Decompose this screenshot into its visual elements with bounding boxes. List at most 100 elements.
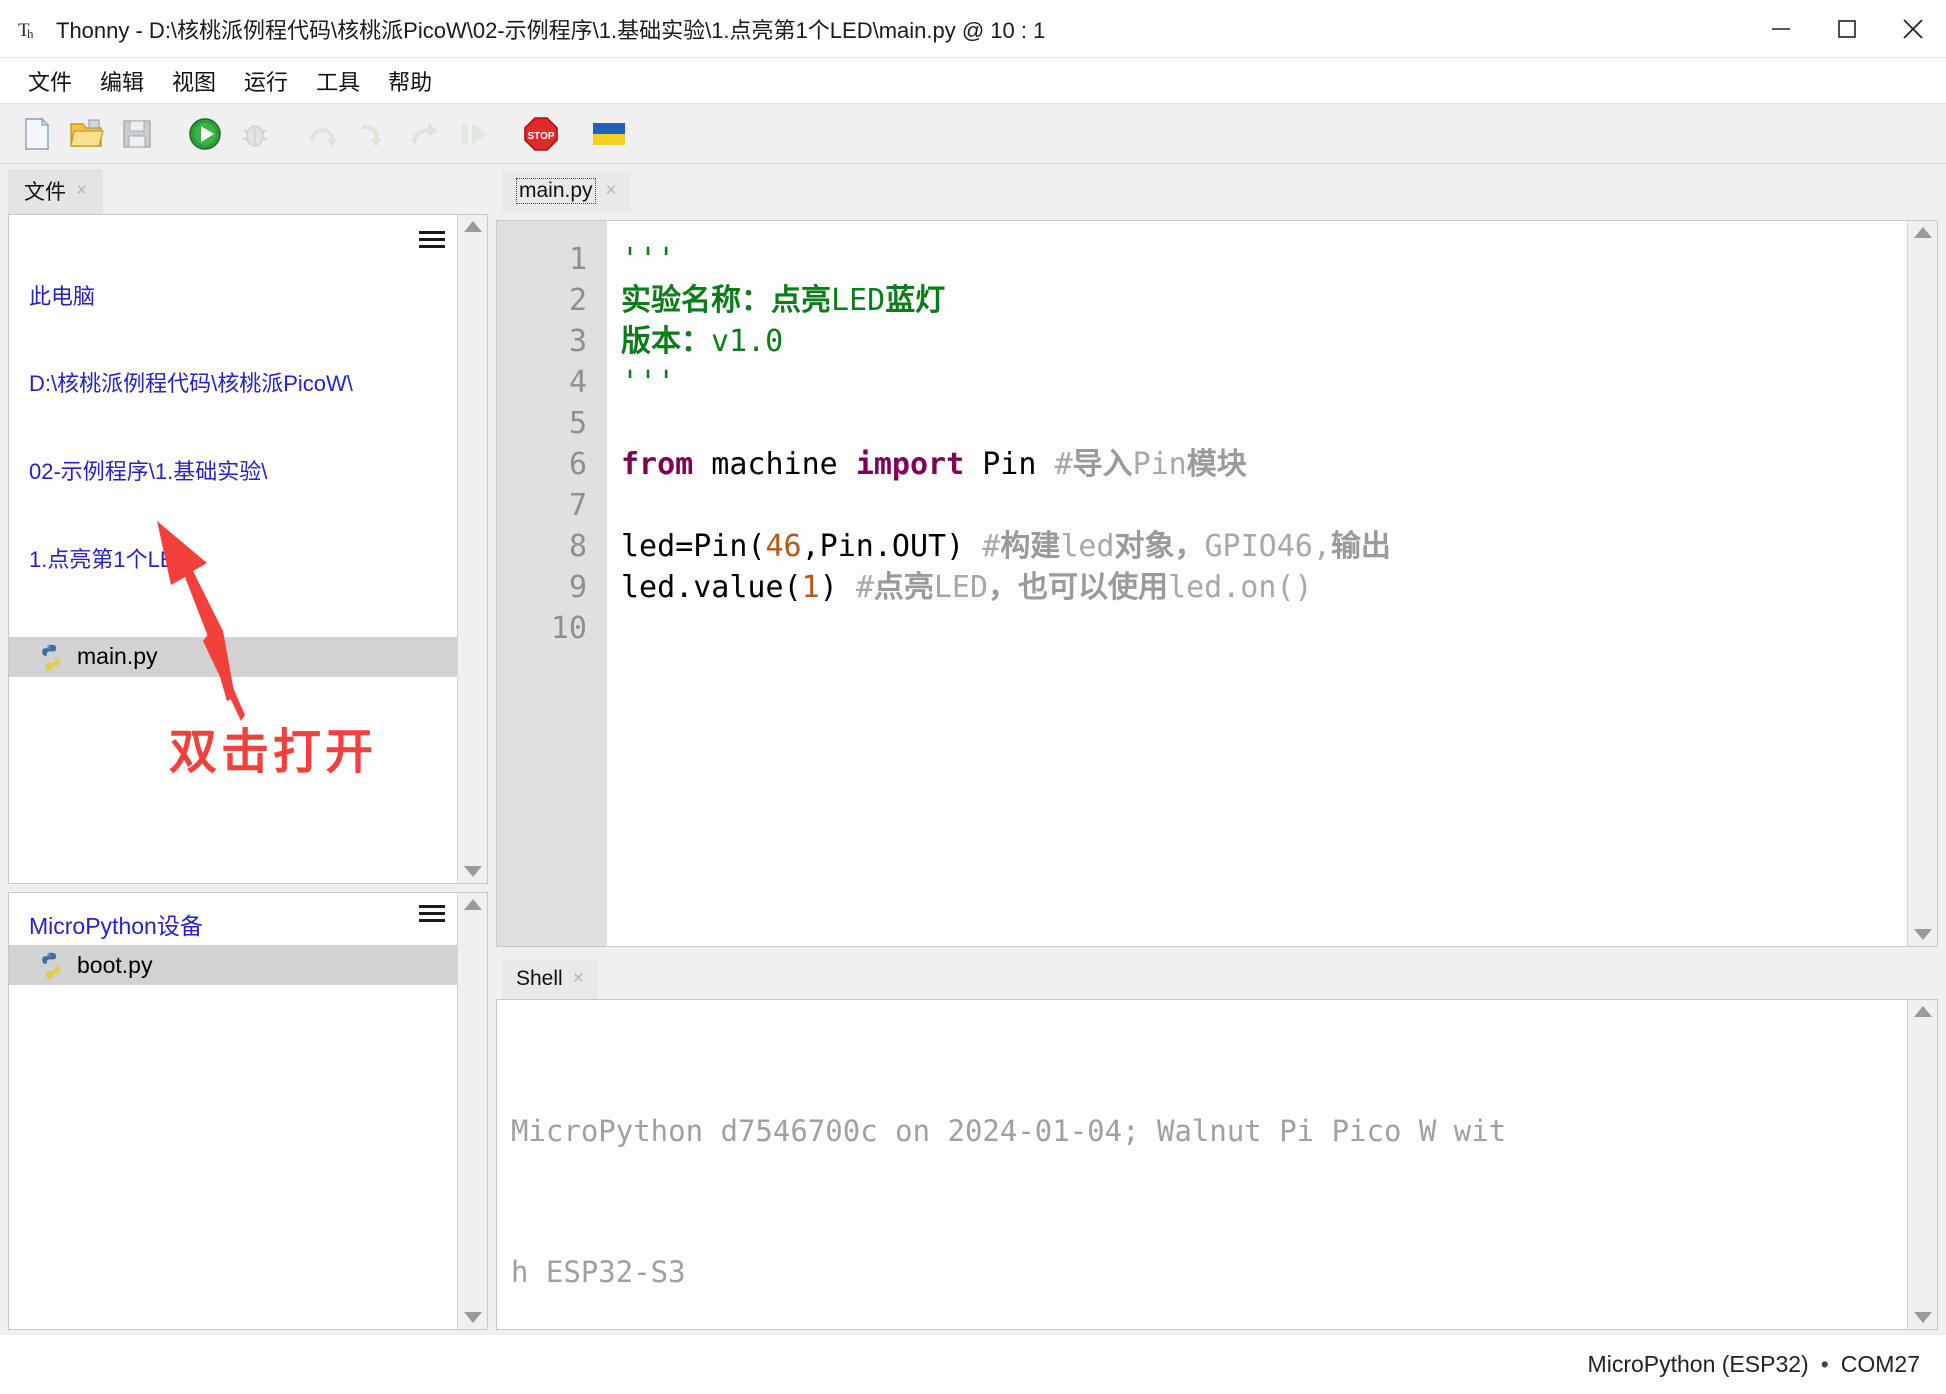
minimize-button[interactable] [1748,0,1814,58]
line-number: 8 [568,528,587,564]
scroll-up-icon[interactable] [463,899,482,911]
menu-item-view[interactable]: 视图 [158,62,230,100]
code-token-l9-en2: led.on() [1168,569,1313,605]
resume-icon [450,111,496,157]
scroll-up-icon[interactable] [1913,226,1932,238]
shell-scrollbar[interactable] [1907,1000,1937,1329]
editor-scrollbar[interactable] [1907,220,1937,946]
tab-main-py-close-icon[interactable]: × [606,180,617,202]
scroll-down-icon[interactable] [463,866,482,878]
code-token-l9-num: 1 [801,569,820,605]
python-file-icon [42,952,60,980]
save-file-icon[interactable] [114,111,160,157]
files-panel-scrollbar[interactable] [457,215,487,884]
python-file-icon [42,644,60,671]
code-editor[interactable]: 1 2 3 4 5 6 7 8 9 10 ''' 实验名称：点亮LED蓝灯 版本… [496,219,1938,947]
title-bar: T h Thonny - D:\核桃派例程代码\核桃派PicoW\02-示例程序… [0,0,1946,58]
annotation-double-click-label: 双击打开 [169,726,378,779]
files-panel-tabstrip: 文件 × [8,169,488,214]
scroll-down-icon[interactable] [1913,929,1932,940]
code-line-3: 版本：v1.0 [621,321,1907,362]
line-number: 6 [568,446,587,482]
code-line-1: ''' [621,239,1907,280]
scroll-down-icon[interactable] [463,1312,482,1323]
close-button[interactable] [1880,0,1946,58]
maximize-button[interactable] [1814,0,1880,58]
code-token-l9-a: led.value( [621,569,802,605]
scroll-up-icon[interactable] [1913,1006,1932,1017]
new-file-icon[interactable] [14,111,60,157]
code-token-module: machine [693,446,856,482]
files-panel: 文件 × 此电脑 D:\核桃派例程代码\核桃派PicoW\ 02-示例程序\1.… [8,169,488,885]
menu-bar: 文件 编辑 视图 运行 工具 帮助 [0,58,1946,104]
status-port[interactable]: COM27 [1841,1351,1920,1378]
tab-files-close-icon[interactable]: × [76,180,87,202]
line-number: 3 [568,323,587,359]
file-item-boot-py[interactable]: boot.py [9,945,457,986]
open-file-icon[interactable] [64,111,110,157]
device-header-row: MicroPython设备 [9,893,457,945]
code-token-l9-b: ) [819,569,856,605]
code-token-import: import [855,446,965,482]
code-token-l9-cn2: ，也可以使用 [988,569,1169,605]
line-number: 5 [568,405,587,441]
device-tree[interactable]: MicroPython设备 boot.py [9,893,457,1329]
menu-item-help[interactable]: 帮助 [374,62,446,100]
menu-item-tools[interactable]: 工具 [302,62,374,100]
shell-line-2: h ESP32-S3 [511,1255,686,1289]
code-token-l2-cn: 实验名称：点亮 [621,282,831,318]
shell-line-1: MicroPython d7546700c on 2024-01-04; Wal… [511,1114,1507,1148]
ukraine-flag-icon[interactable] [586,111,632,157]
status-interpreter[interactable]: MicroPython (ESP32) [1588,1351,1809,1378]
scroll-up-icon[interactable] [463,221,482,232]
menu-item-run[interactable]: 运行 [230,62,302,100]
line-number: 4 [568,364,587,400]
tab-shell[interactable]: Shell × [502,960,598,999]
code-token-l8-b: ,Pin.OUT) [801,528,983,564]
code-token-l8-a: led=Pin( [621,528,766,564]
window-controls [1748,0,1946,58]
code-token-l8-en: led [1060,528,1115,564]
code-token-l9-cn: 点亮 [873,569,934,605]
editor-line-number-gutter: 1 2 3 4 5 6 7 8 9 10 [497,220,607,946]
device-panel: MicroPython设备 boot.py [8,892,488,1330]
device-panel-menu-icon[interactable] [419,897,445,923]
code-line-8: led=Pin(46,Pin.OUT) #构建led对象，GPIO46,输出 [621,526,1907,567]
debug-icon [232,111,278,157]
step-out-icon [400,111,446,157]
code-token-l8-hash: # [982,528,1001,564]
code-token-l2-cn2: 蓝灯 [885,282,946,318]
files-panel-menu-icon[interactable] [419,223,445,248]
line-number: 7 [568,487,587,523]
files-root-label[interactable]: 此电脑 [29,282,353,311]
menu-item-file[interactable]: 文件 [14,62,86,100]
file-item-main-py[interactable]: main.py [9,636,457,677]
files-tree[interactable]: 此电脑 D:\核桃派例程代码\核桃派PicoW\ 02-示例程序\1.基础实验\… [9,215,457,883]
code-token-l8-cn2: 对象， [1114,528,1205,564]
tab-main-py[interactable]: main.py × [502,170,631,212]
menu-item-edit[interactable]: 编辑 [86,62,158,100]
shell-body[interactable]: MicroPython d7546700c on 2024-01-04; Wal… [496,999,1938,1330]
line-number: 9 [568,569,587,605]
editor-text-area[interactable]: ''' 实验名称：点亮LED蓝灯 版本：v1.0 ''' from machin… [607,220,1907,946]
run-icon[interactable] [182,111,228,157]
code-token-l8-en2: GPIO46, [1204,528,1331,564]
device-panel-title: MicroPython设备 [29,913,203,940]
status-bar: MicroPython (ESP32) • COM27 [0,1334,1946,1394]
work-area: 文件 × 此电脑 D:\核桃派例程代码\核桃派PicoW\ 02-示例程序\1.… [0,164,1946,1334]
step-over-icon [300,111,346,157]
files-path-block: 此电脑 D:\核桃派例程代码\核桃派PicoW\ 02-示例程序\1.基础实验\… [29,223,353,633]
code-token-docstring-open: ''' [621,241,676,277]
tab-shell-close-icon[interactable]: × [573,968,584,990]
code-token-l9-hash: # [855,569,874,605]
code-token-l6-en: Pin [1132,446,1187,482]
shell-output[interactable]: MicroPython d7546700c on 2024-01-04; Wal… [497,1000,1907,1329]
tab-files[interactable]: 文件 × [8,169,104,214]
code-line-2: 实验名称：点亮LED蓝灯 [621,280,1907,321]
code-token-l2-en: LED [831,282,886,318]
stop-icon[interactable]: STOP [518,111,564,157]
device-panel-scrollbar[interactable] [457,893,487,1329]
scroll-down-icon[interactable] [1913,1312,1932,1323]
